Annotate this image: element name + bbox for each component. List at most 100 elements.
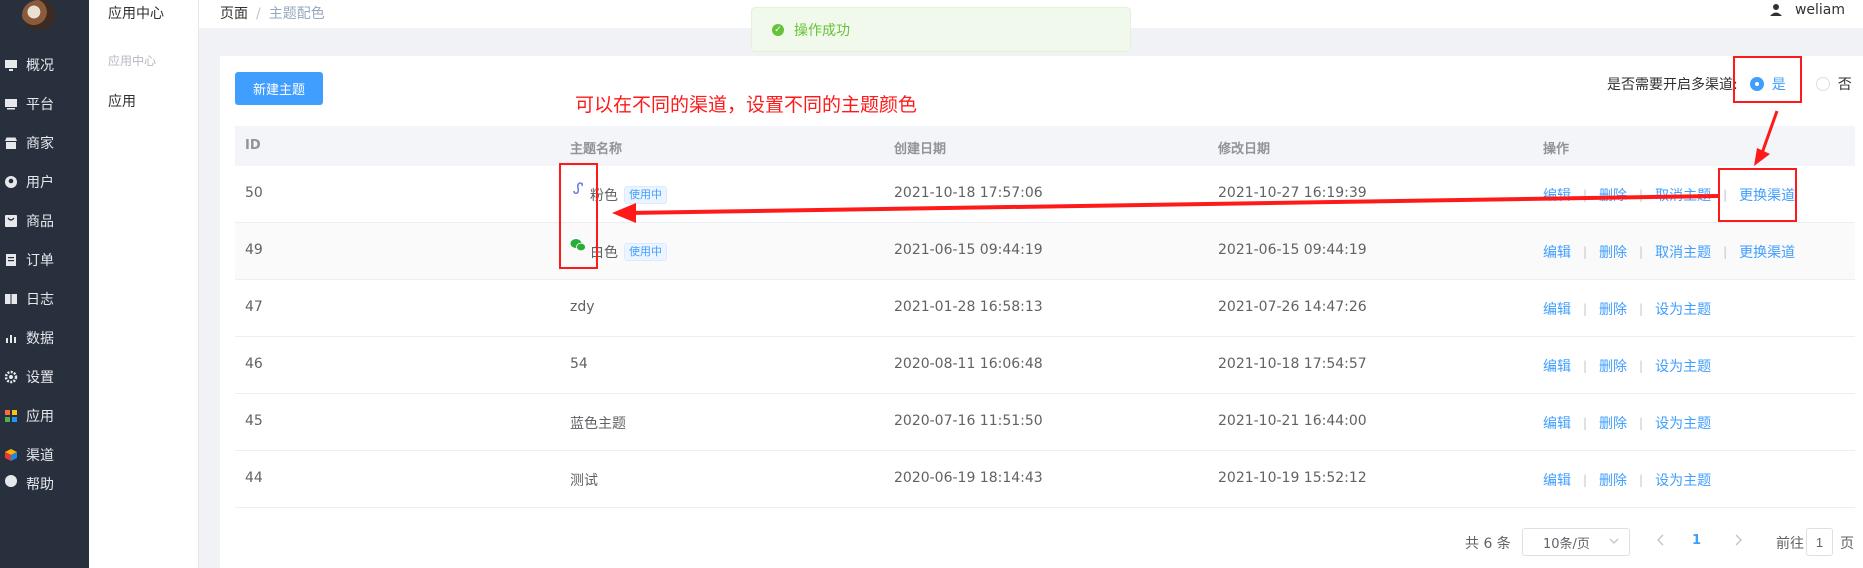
divider: |: [1583, 416, 1588, 430]
chart-icon: [4, 331, 18, 345]
cell-modified: 2021-10-27 16:19:39: [1218, 185, 1367, 201]
column-header-id: ID: [245, 138, 261, 153]
cell-ops: 编辑 | 删除 | 设为主题: [1543, 470, 1711, 490]
sub-sidebar: 应用中心 应用中心 应用: [89, 0, 199, 568]
desktop-icon: [4, 97, 18, 111]
check-circle-icon: ✓: [772, 23, 784, 36]
multi-channel-no-radio[interactable]: 否: [1815, 74, 1852, 94]
sidebar-item-merchant[interactable]: 商家: [0, 123, 89, 163]
table-header: ID 主题名称 创建日期 修改日期 操作: [235, 126, 1855, 166]
delete-link[interactable]: 删除: [1599, 242, 1627, 262]
cell-id: 47: [245, 299, 263, 315]
sub-sidebar-item-apps[interactable]: 应用: [108, 91, 136, 111]
set-theme-link[interactable]: 设为主题: [1655, 470, 1711, 490]
goto-suffix: 页: [1840, 536, 1854, 552]
goods-icon: [4, 214, 18, 228]
column-header-created: 创建日期: [894, 142, 947, 157]
breadcrumb-item-pages[interactable]: 页面: [220, 6, 248, 22]
edit-link[interactable]: 编辑: [1543, 185, 1571, 205]
divider: |: [1639, 188, 1644, 202]
toast-message: 操作成功: [794, 22, 850, 39]
cell-name: zdy: [570, 299, 595, 315]
cell-id: 44: [245, 470, 263, 486]
sidebar-item-apps[interactable]: 应用: [0, 396, 89, 436]
sidebar-item-data[interactable]: 数据: [0, 318, 89, 358]
log-icon: [4, 292, 18, 306]
store-icon: [4, 136, 18, 150]
change-channel-link[interactable]: 更换渠道: [1739, 242, 1795, 262]
set-theme-link[interactable]: 设为主题: [1655, 356, 1711, 376]
cell-ops: 编辑 | 删除 | 设为主题: [1543, 413, 1711, 433]
sidebar-item-label: 设置: [26, 370, 54, 386]
goto-page-input[interactable]: [1806, 528, 1833, 556]
edit-link[interactable]: 编辑: [1543, 413, 1571, 433]
prev-page-icon[interactable]: [1654, 533, 1668, 547]
radio-dot: [1815, 77, 1830, 91]
monitor-icon: [4, 58, 18, 72]
sidebar-item-platform[interactable]: 平台: [0, 84, 89, 124]
sidebar-item-label: 应用: [26, 409, 54, 425]
edit-link[interactable]: 编辑: [1543, 242, 1571, 262]
page-number-current[interactable]: 1: [1692, 533, 1701, 548]
cell-modified: 2021-06-15 09:44:19: [1218, 242, 1367, 258]
next-page-icon[interactable]: [1731, 533, 1745, 547]
user-menu[interactable]: weliam: [1769, 2, 1845, 18]
edit-link[interactable]: 编辑: [1543, 356, 1571, 376]
divider: |: [1583, 245, 1588, 259]
page-size-value: 10条/页: [1543, 536, 1590, 552]
new-theme-button[interactable]: 新建主题: [235, 72, 323, 105]
sidebar-item-orders[interactable]: 订单: [0, 240, 89, 280]
sidebar-item-channels[interactable]: 渠道: [0, 435, 89, 475]
delete-link[interactable]: 删除: [1599, 185, 1627, 205]
set-theme-link[interactable]: 设为主题: [1655, 299, 1711, 319]
breadcrumb-current: 主题配色: [268, 6, 325, 22]
column-header-modified: 修改日期: [1218, 142, 1271, 157]
cell-ops: 编辑 | 删除 | 设为主题: [1543, 299, 1711, 319]
cancel-theme-link[interactable]: 取消主题: [1655, 185, 1711, 205]
cell-name: 蓝色主题: [570, 416, 626, 432]
sub-sidebar-title: 应用中心: [108, 6, 164, 22]
sidebar-item-goods[interactable]: 商品: [0, 201, 89, 241]
cancel-theme-link[interactable]: 取消主题: [1655, 242, 1711, 262]
cell-modified: 2021-10-18 17:54:57: [1218, 356, 1367, 372]
delete-link[interactable]: 删除: [1599, 413, 1627, 433]
delete-link[interactable]: 删除: [1599, 299, 1627, 319]
cell-modified: 2021-07-26 14:47:26: [1218, 299, 1367, 315]
sidebar-item-settings[interactable]: 设置: [0, 357, 89, 397]
sidebar-item-overview[interactable]: 概况: [0, 45, 89, 85]
annotation-text: 可以在不同的渠道，设置不同的主题颜色: [575, 94, 918, 116]
table-row: 45 蓝色主题 2020-07-16 11:51:50 2021-10-21 1…: [235, 394, 1855, 451]
in-use-badge: 使用中: [624, 186, 667, 204]
sidebar-item-label: 数据: [26, 331, 54, 347]
help-icon: [4, 474, 18, 488]
divider: |: [1639, 359, 1644, 373]
sidebar-item-label: 用户: [26, 175, 54, 191]
breadcrumb: 页面 / 主题配色: [220, 3, 325, 23]
edit-link[interactable]: 编辑: [1543, 299, 1571, 319]
sidebar-item-label: 商品: [26, 214, 54, 230]
sidebar-item-help[interactable]: 帮助: [0, 474, 89, 494]
logo-avatar[interactable]: [22, 0, 56, 30]
cell-created: 2021-06-15 09:44:19: [894, 242, 1043, 258]
column-header-name: 主题名称: [570, 142, 623, 157]
page-size-select[interactable]: 10条/页: [1522, 528, 1630, 556]
edit-link[interactable]: 编辑: [1543, 470, 1571, 490]
goto-prefix: 前往: [1776, 536, 1804, 552]
delete-link[interactable]: 删除: [1599, 470, 1627, 490]
cell-ops: 编辑 | 删除 | 取消主题 | 更换渠道: [1543, 242, 1795, 262]
sidebar-item-users[interactable]: 用户: [0, 162, 89, 202]
annotation-box-radio: [1733, 56, 1802, 103]
divider: |: [1583, 302, 1588, 316]
divider: |: [1583, 188, 1588, 202]
order-icon: [4, 253, 18, 267]
set-theme-link[interactable]: 设为主题: [1655, 413, 1711, 433]
cell-created: 2021-10-18 17:57:06: [894, 185, 1043, 201]
table-row: 50 粉色 使用中 2021-10-18 17:57:06 2021-10-27…: [235, 166, 1855, 223]
gear-icon: [4, 370, 18, 384]
sidebar-item-logs[interactable]: 日志: [0, 279, 89, 319]
delete-link[interactable]: 删除: [1599, 356, 1627, 376]
table-row: 46 54 2020-08-11 16:06:48 2021-10-18 17:…: [235, 337, 1855, 394]
radio-label: 否: [1837, 77, 1852, 93]
cell-created: 2020-07-16 11:51:50: [894, 413, 1043, 429]
cell-created: 2020-06-19 18:14:43: [894, 470, 1043, 486]
